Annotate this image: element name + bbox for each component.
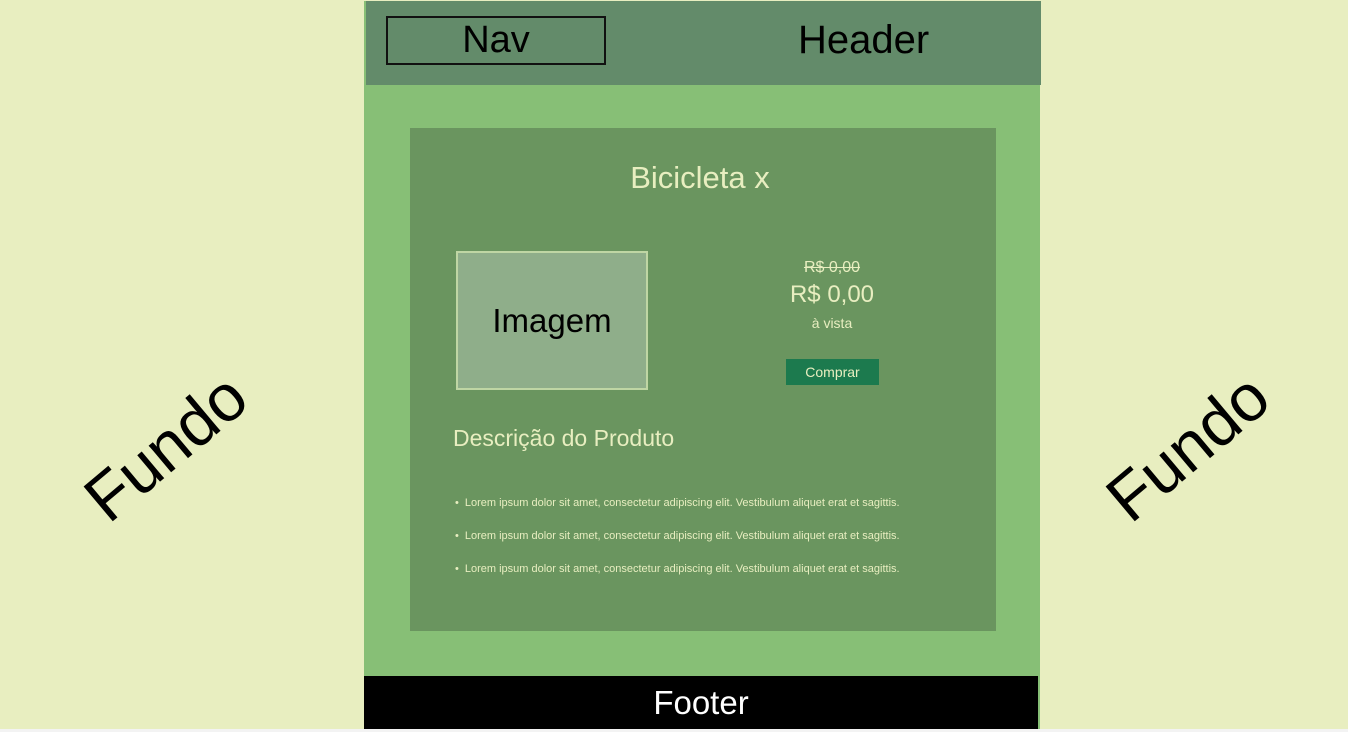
- price-block: R$ 0,00 R$ 0,00 à vista: [782, 258, 882, 333]
- bullet-icon: •: [455, 530, 459, 542]
- old-price: R$ 0,00: [803, 259, 861, 276]
- list-item: • Lorem ipsum dolor sit amet, consectetur…: [455, 493, 985, 513]
- list-item: • Lorem ipsum dolor sit amet, consectetur…: [455, 559, 985, 579]
- payment-note: à vista: [811, 315, 853, 331]
- list-item-text: Lorem ipsum dolor sit amet, consectetur …: [464, 563, 900, 575]
- page-container: Nav Header Bicicleta x Imagem R$ 0,00 R$…: [364, 1, 1041, 729]
- bullet-icon: •: [455, 563, 459, 575]
- description-title: Descrição do Produto: [453, 425, 675, 451]
- description-list: • Lorem ipsum dolor sit amet, consectetur…: [455, 493, 985, 592]
- background-label-right: Fundo: [1092, 358, 1284, 536]
- current-price: R$ 0,00: [789, 281, 875, 308]
- nav-menu[interactable]: Nav: [386, 16, 606, 65]
- product-card: Bicicleta x Imagem R$ 0,00 R$ 0,00 à vis…: [410, 128, 996, 631]
- list-item: • Lorem ipsum dolor sit amet, consectetur…: [455, 526, 985, 546]
- product-image: Imagem: [456, 251, 648, 390]
- background-label-left: Fundo: [70, 358, 262, 536]
- buy-button[interactable]: Comprar: [786, 359, 879, 385]
- list-item-text: Lorem ipsum dolor sit amet, consectetur …: [464, 497, 900, 509]
- page-footer: Footer: [364, 676, 1038, 729]
- header-title: Header: [798, 18, 930, 62]
- bullet-icon: •: [455, 497, 459, 509]
- list-item-text: Lorem ipsum dolor sit amet, consectetur …: [464, 530, 900, 542]
- product-title: Bicicleta x: [630, 160, 770, 195]
- page-header: Nav Header: [366, 1, 1041, 85]
